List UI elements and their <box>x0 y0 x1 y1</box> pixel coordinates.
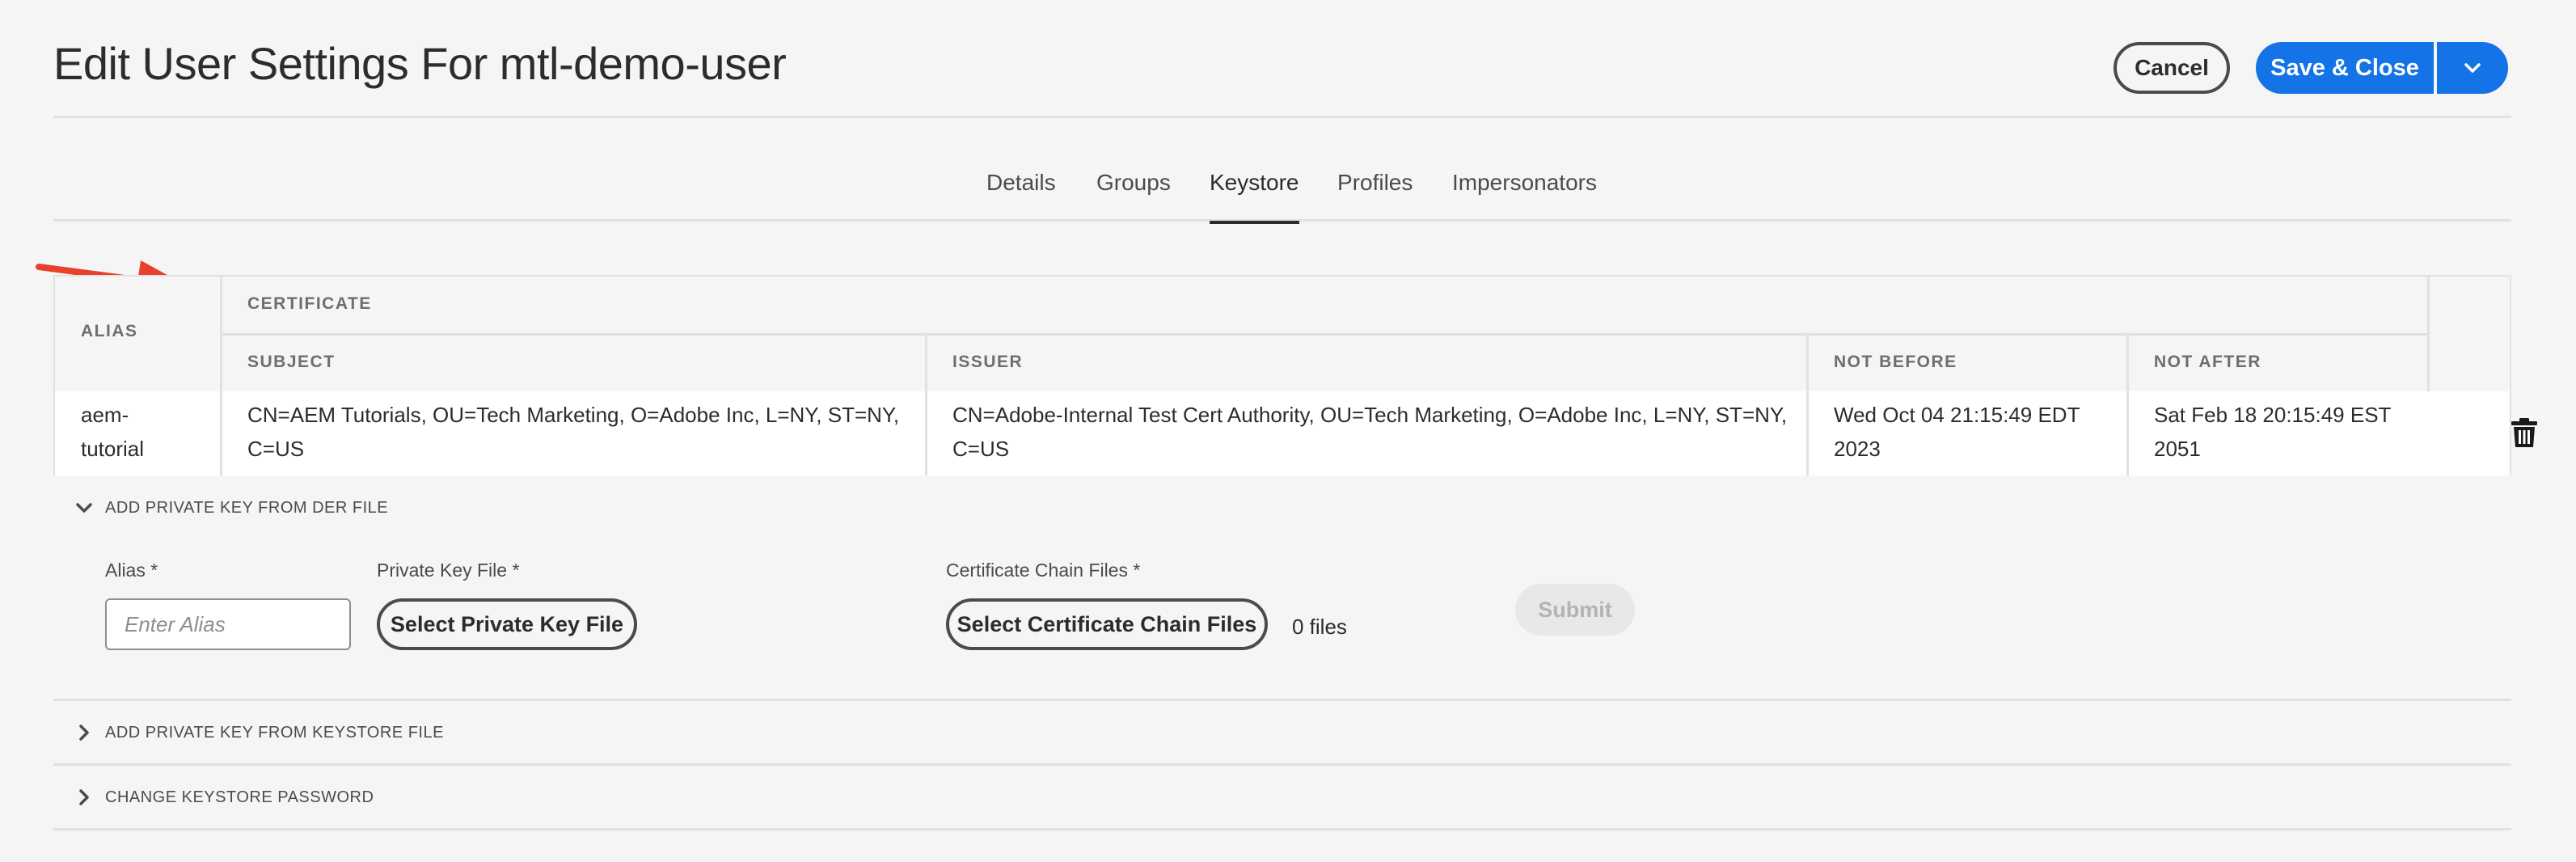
tab-groups[interactable]: Groups <box>1096 150 1171 222</box>
select-private-key-button[interactable]: Select Private Key File <box>377 598 637 650</box>
accordion-title: ADD PRIVATE KEY FROM KEYSTORE FILE <box>105 723 444 742</box>
chevron-right-icon <box>79 725 89 741</box>
chevron-down-icon <box>2464 63 2481 73</box>
accordion-change-password[interactable]: CHANGE KEYSTORE PASSWORD <box>53 765 2511 830</box>
delete-button[interactable] <box>2510 417 2542 450</box>
trash-icon <box>2511 418 2537 447</box>
table-row[interactable]: aem- tutorial CN=AEM Tutorials, OU=Tech … <box>55 391 2537 475</box>
alias-label: Alias * <box>105 560 158 581</box>
accordion-title: CHANGE KEYSTORE PASSWORD <box>105 788 374 806</box>
accordion-der-file[interactable]: ADD PRIVATE KEY FROM DER FILE <box>53 475 2511 540</box>
tab-bar: Details Groups Keystore Profiles Imperso… <box>53 150 2511 224</box>
page-header: Edit User Settings For mtl-demo-user Can… <box>53 0 2511 118</box>
save-close-button[interactable]: Save & Close <box>2256 42 2434 94</box>
page-title: Edit User Settings For mtl-demo-user <box>53 38 787 89</box>
chevron-down-icon <box>76 503 92 513</box>
cell-subject: CN=AEM Tutorials, OU=Tech Marketing, O=A… <box>247 403 900 461</box>
private-key-label: Private Key File * <box>377 560 520 581</box>
column-header-certificate: CERTIFICATE <box>247 294 372 313</box>
tab-impersonators[interactable]: Impersonators <box>1452 150 1597 222</box>
accordion-title: ADD PRIVATE KEY FROM DER FILE <box>105 498 389 517</box>
column-header-subject: SUBJECT <box>247 353 336 371</box>
cancel-button[interactable]: Cancel <box>2114 42 2230 94</box>
cell-not-before: Wed Oct 04 21:15:49 EDT 2023 <box>1834 403 2080 461</box>
tab-keystore[interactable]: Keystore <box>1210 150 1299 224</box>
accordion-keystore-file[interactable]: ADD PRIVATE KEY FROM KEYSTORE FILE <box>53 700 2511 765</box>
cell-alias: aem- tutorial <box>81 403 145 461</box>
column-header-not-after: NOT AFTER <box>2154 353 2261 371</box>
file-count: 0 files <box>1292 615 1347 639</box>
column-header-alias: ALIAS <box>81 322 138 340</box>
save-options-button[interactable] <box>2437 42 2508 94</box>
divider <box>53 828 2511 830</box>
chevron-right-icon <box>79 789 89 805</box>
save-button-group: Save & Close <box>2256 42 2508 94</box>
submit-button[interactable]: Submit <box>1515 584 1635 636</box>
alias-input[interactable] <box>105 598 351 650</box>
cell-issuer: CN=Adobe-Internal Test Cert Authority, O… <box>952 403 1788 461</box>
certificate-chain-label: Certificate Chain Files * <box>946 560 1141 581</box>
column-header-not-before: NOT BEFORE <box>1834 353 1957 371</box>
tab-details[interactable]: Details <box>986 150 1056 222</box>
column-header-issuer: ISSUER <box>952 353 1024 371</box>
select-certificate-chain-button[interactable]: Select Certificate Chain Files <box>946 598 1268 650</box>
cell-not-after: Sat Feb 18 20:15:49 EST 2051 <box>2154 403 2392 461</box>
keystore-table: ALIAS CERTIFICATE SUBJECT ISSUER NOT BEF… <box>53 275 2537 475</box>
tab-profiles[interactable]: Profiles <box>1337 150 1413 222</box>
